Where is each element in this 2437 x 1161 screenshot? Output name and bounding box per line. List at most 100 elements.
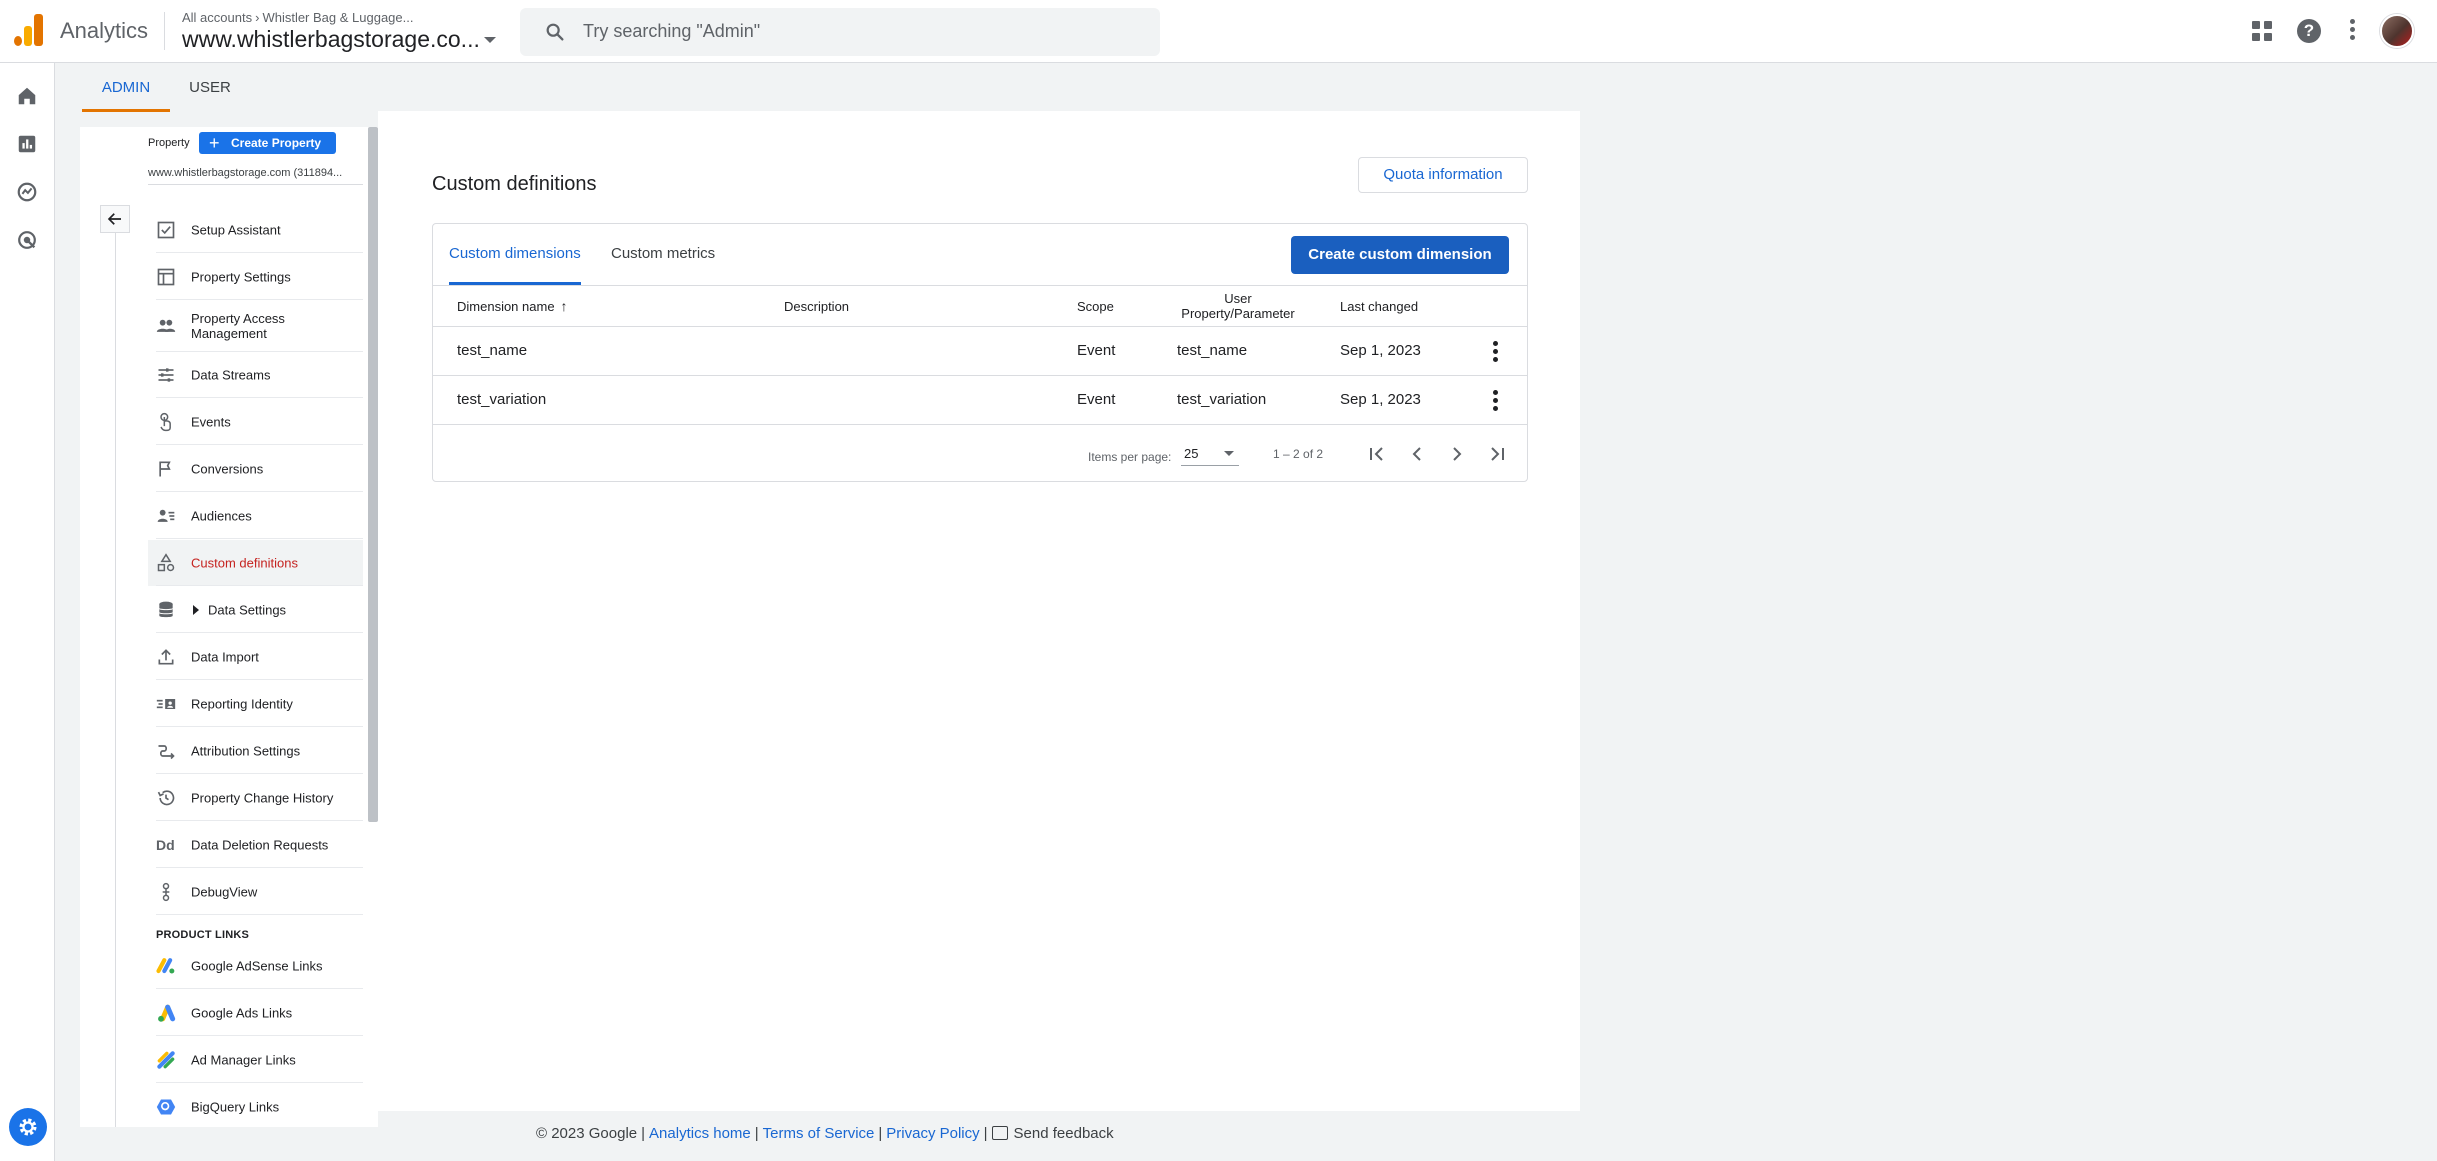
admin-property-panel: Property + Create Property www.whistlerba…	[80, 127, 378, 1127]
create-property-label: Create Property	[231, 136, 322, 150]
column-header-dimension-name[interactable]: Dimension name ↑	[457, 286, 568, 326]
sidebar-item-reporting-identity[interactable]: Reporting Identity	[148, 681, 363, 727]
row-more-vert-icon[interactable]	[1490, 341, 1500, 363]
column-label: Dimension name	[457, 298, 555, 314]
terms-of-service-link[interactable]: Terms of Service	[763, 1125, 875, 1142]
home-icon[interactable]	[16, 85, 38, 107]
ad-manager-icon	[157, 1051, 175, 1069]
caret-right-icon[interactable]	[193, 605, 199, 615]
debug-icon	[162, 882, 170, 902]
reports-icon[interactable]	[16, 133, 38, 155]
advertising-icon[interactable]	[16, 229, 38, 251]
column-header-scope[interactable]: Scope	[1077, 286, 1114, 326]
create-property-button[interactable]: + Create Property	[199, 132, 336, 154]
sidebar-item-data-streams[interactable]: Data Streams	[148, 352, 363, 398]
gear-icon	[19, 1118, 37, 1136]
breadcrumb-all-accounts[interactable]: All accounts	[182, 10, 252, 25]
tab-admin[interactable]: ADMIN	[82, 70, 170, 112]
sidebar-item-debugview[interactable]: DebugView	[148, 869, 363, 915]
sidebar-item-label: Google Ads Links	[191, 1005, 293, 1021]
sidebar-item-label: Custom definitions	[191, 555, 298, 571]
sidebar-item-events[interactable]: Events	[148, 399, 363, 445]
sidebar-item-data-settings[interactable]: Data Settings	[148, 587, 363, 633]
sidebar-item-custom-definitions[interactable]: Custom definitions	[148, 540, 363, 586]
tab-custom-metrics[interactable]: Custom metrics	[611, 224, 715, 285]
cell-dimension-name: test_variation	[457, 391, 547, 408]
search-icon	[546, 23, 564, 41]
chevron-right-icon[interactable]	[1445, 442, 1469, 466]
chevron-left-icon[interactable]	[1405, 442, 1429, 466]
sidebar-item-label: Setup Assistant	[191, 222, 281, 238]
privacy-policy-link[interactable]: Privacy Policy	[886, 1125, 979, 1142]
app-name[interactable]: Analytics	[60, 18, 148, 44]
column-header-description[interactable]: Description	[784, 286, 849, 326]
sidebar-item-google-ads-links[interactable]: Google Ads Links	[148, 990, 363, 1036]
back-button[interactable]	[100, 205, 130, 233]
sidebar-item-label: BigQuery Links	[191, 1099, 280, 1115]
caret-down-icon[interactable]	[484, 37, 496, 43]
sidebar-item-conversions[interactable]: Conversions	[148, 446, 363, 492]
table-header: Dimension name ↑ Description Scope User P…	[433, 285, 1527, 327]
avatar[interactable]	[2380, 14, 2414, 48]
breadcrumb-account[interactable]: Whistler Bag & Luggage...	[262, 10, 413, 25]
google-ads-icon	[158, 1004, 176, 1022]
sidebar-item-ad-manager-links[interactable]: Ad Manager Links	[148, 1037, 363, 1083]
search-bar[interactable]: Try searching "Admin"	[520, 8, 1160, 56]
sidebar-item-adsense-links[interactable]: Google AdSense Links	[148, 943, 363, 989]
column-header-last-changed[interactable]: Last changed	[1340, 286, 1418, 326]
account-picker[interactable]: www.whistlerbagstorage.co...	[182, 26, 480, 53]
column-header-user-property[interactable]: User Property/Parameter	[1178, 286, 1298, 326]
quota-information-button[interactable]: Quota information	[1358, 157, 1528, 193]
help-icon[interactable]: ?	[2297, 19, 2321, 43]
sidebar-item-label: Conversions	[191, 461, 264, 477]
explore-icon[interactable]	[16, 181, 38, 203]
sidebar-item-property-access-management[interactable]: Property Access Management	[148, 300, 363, 352]
sidebar-item-data-deletion-requests[interactable]: Dd Data Deletion Requests	[148, 822, 363, 868]
people-icon	[156, 319, 176, 332]
create-custom-dimension-button[interactable]: Create custom dimension	[1291, 236, 1509, 274]
sidebar-item-label: Property Settings	[191, 269, 291, 285]
sidebar-item-data-import[interactable]: Data Import	[148, 634, 363, 680]
sidebar-item-setup-assistant[interactable]: Setup Assistant	[148, 207, 363, 253]
cell-user-property: test_variation	[1177, 391, 1267, 408]
first-page-icon[interactable]	[1365, 442, 1389, 466]
sidebar-item-label: Audiences	[191, 508, 252, 524]
sidebar-item-property-change-history[interactable]: Property Change History	[148, 775, 363, 821]
cell-last-changed: Sep 1, 2023	[1340, 342, 1421, 359]
cell-user-property: test_name	[1177, 342, 1248, 359]
sidebar-item-label: Google AdSense Links	[191, 958, 323, 974]
analytics-logo-icon[interactable]	[14, 14, 44, 46]
attribution-icon	[158, 745, 175, 760]
sidebar-item-audiences[interactable]: Audiences	[148, 493, 363, 539]
cell-scope: Event	[1077, 391, 1116, 408]
arrow-up-icon: ↑	[560, 297, 568, 314]
tab-custom-dimensions[interactable]: Custom dimensions	[449, 224, 581, 285]
shapes-icon	[157, 553, 175, 572]
sidebar-item-label: Events	[191, 414, 231, 430]
breadcrumb[interactable]: All accounts › Whistler Bag & Luggage...	[182, 10, 413, 25]
sidebar-item-label: Property Access Management	[191, 311, 285, 341]
sidebar-item-label: Data Deletion Requests	[191, 837, 329, 853]
row-more-vert-icon[interactable]	[1490, 390, 1500, 412]
sidebar-item-bigquery-links[interactable]: BigQuery Links	[148, 1084, 363, 1127]
table-row[interactable]: test_variation Event test_variation Sep …	[433, 376, 1527, 425]
page-title: Custom definitions	[432, 173, 597, 195]
admin-panel-scrollbar[interactable]	[368, 127, 378, 822]
left-nav-rail	[0, 63, 55, 1161]
sidebar-item-attribution-settings[interactable]: Attribution Settings	[148, 728, 363, 774]
tab-user[interactable]: USER	[180, 70, 240, 112]
property-selector[interactable]: www.whistlerbagstorage.com (311894...	[148, 167, 342, 179]
apps-grid-icon[interactable]	[2252, 21, 2272, 41]
admin-settings-button[interactable]	[9, 1108, 47, 1146]
cell-scope: Event	[1077, 342, 1116, 359]
sidebar-item-label: DebugView	[191, 884, 258, 900]
property-label: Property	[148, 137, 190, 149]
send-feedback-button[interactable]: Send feedback	[991, 1125, 1114, 1142]
items-per-page-select[interactable]: 25	[1181, 442, 1239, 466]
table-row[interactable]: test_name Event test_name Sep 1, 2023	[433, 327, 1527, 376]
more-vert-icon[interactable]	[2348, 19, 2356, 43]
sidebar-item-property-settings[interactable]: Property Settings	[148, 254, 363, 300]
last-page-icon[interactable]	[1485, 442, 1509, 466]
top-app-bar: Analytics All accounts › Whistler Bag & Lu…	[0, 0, 2437, 63]
analytics-home-link[interactable]: Analytics home	[649, 1125, 751, 1142]
